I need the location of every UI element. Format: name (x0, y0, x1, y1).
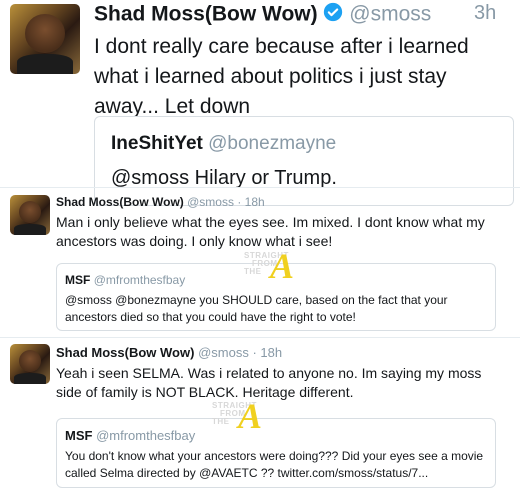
tweet-header: Shad Moss(Bow Wow) @smoss · 18h (56, 345, 282, 360)
tweet-header: Shad Moss(Bow Wow) @smoss · 18h (56, 195, 265, 209)
quoted-author-handle: @bonezmayne (208, 133, 337, 154)
avatar[interactable] (10, 4, 80, 74)
tweet-time[interactable]: · 18h (252, 345, 282, 360)
author-name[interactable]: Shad Moss(Bow Wow) (56, 345, 194, 360)
avatar[interactable] (10, 344, 50, 384)
author-name[interactable]: Shad Moss(Bow Wow) (94, 3, 318, 26)
tweet-2: Shad Moss(Bow Wow) @smoss · 18h Man i on… (0, 188, 520, 338)
verified-badge-icon (323, 2, 343, 28)
tweet-header: Shad Moss(Bow Wow) @smoss (94, 2, 431, 28)
quoted-tweet-text: @smoss @bonezmayne you SHOULD care, base… (65, 293, 448, 324)
tweet-time[interactable]: · 18h (237, 195, 264, 209)
quoted-tweet-header: MSF @mfromthesfbay (65, 428, 195, 443)
quoted-author-name: MSF (65, 428, 93, 443)
quoted-author-name: MSF (65, 273, 91, 287)
author-name[interactable]: Shad Moss(Bow Wow) (56, 195, 184, 209)
quoted-tweet-header: IneShitYet @bonezmayne (111, 133, 336, 155)
quoted-author-handle: @mfromthesfbay (93, 273, 186, 287)
watermark: STRAIGHT FROM THE A (244, 248, 314, 292)
tweet-1: Shad Moss(Bow Wow) @smoss 3h I dont real… (0, 0, 520, 206)
quoted-author-handle: @mfromthesfbay (96, 428, 196, 443)
avatar[interactable] (10, 195, 50, 235)
tweet-3: Shad Moss(Bow Wow) @smoss · 18h Yeah i s… (0, 338, 520, 499)
quoted-tweet-text: You don't know what your ancestors were … (65, 449, 484, 480)
watermark-letter: A (238, 396, 263, 436)
author-handle[interactable]: @smoss (198, 345, 249, 360)
quoted-author-name: IneShitYet (111, 133, 203, 154)
watermark-letter: A (270, 246, 295, 286)
author-handle[interactable]: @smoss (187, 195, 234, 209)
author-handle[interactable]: @smoss (349, 3, 431, 26)
tweet-text: Yeah i seen SELMA. Was i related to anyo… (56, 365, 482, 400)
tweet-text: I dont really care because after i learn… (94, 35, 469, 118)
watermark: STRAIGHT FROM THE A (212, 398, 282, 442)
quoted-tweet-header: MSF @mfromthesfbay (65, 273, 185, 287)
tweet-time[interactable]: 3h (474, 2, 496, 25)
